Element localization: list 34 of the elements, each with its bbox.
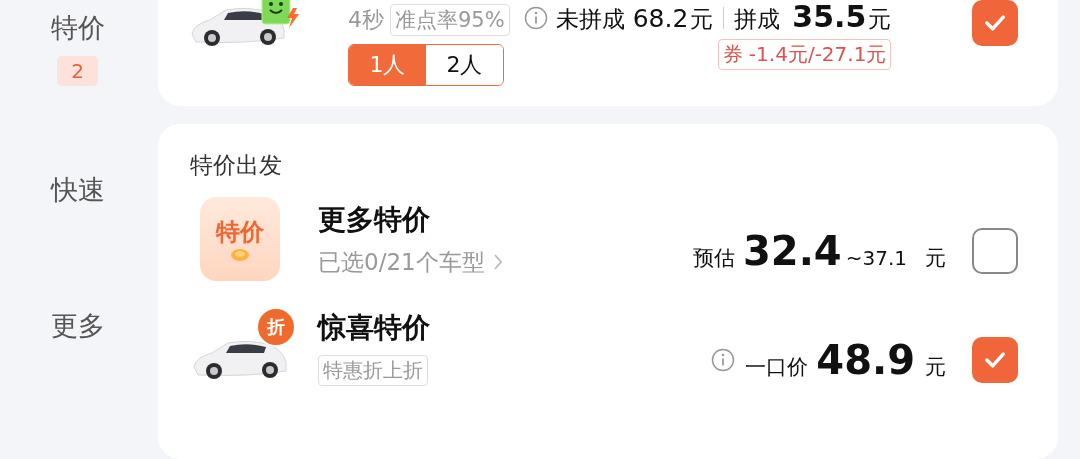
price-label: 拼成 [734, 5, 781, 34]
smiley-bolt-icon [261, 0, 301, 30]
punctuality-tag: 准点率95% [390, 4, 510, 36]
coupon-tag: 券 -1.4元/-27.1元 [717, 39, 892, 70]
option-title: 更多特价 [318, 201, 430, 238]
feature-tag: 特惠折上折 [318, 355, 428, 386]
checkbox[interactable] [972, 336, 1018, 383]
currency-unit: 元 [690, 5, 714, 34]
price-label: 预估 [693, 245, 735, 272]
discount-badge: 折 [256, 306, 296, 347]
checkbox[interactable] [972, 0, 1018, 46]
option-title: 惊喜特价 [318, 310, 430, 346]
price-max: ~37.1 [845, 246, 907, 270]
wait-time: 4秒 [348, 6, 384, 34]
info-icon [711, 347, 736, 372]
price-value: 32.4 [743, 228, 842, 274]
sidebar-item[interactable]: 特价 [50, 10, 105, 46]
chevron-right-icon [492, 253, 503, 271]
info-icon [523, 6, 548, 30]
currency-unit: 元 [925, 245, 946, 272]
price-label: 一口价 [745, 353, 809, 381]
currency-unit: 元 [925, 353, 946, 381]
currency-unit: 元 [868, 5, 892, 34]
price-value: 48.9 [816, 336, 915, 383]
icon-label: 特价 [216, 217, 264, 248]
checkbox[interactable] [972, 228, 1018, 274]
count-badge: 2 [57, 56, 98, 86]
sidebar-item[interactable]: 更多 [50, 308, 105, 344]
coin-icon [230, 248, 250, 262]
price-label: 未拼成 [555, 5, 625, 34]
sidebar-item[interactable]: 快速 [50, 172, 105, 208]
price-value: 35.5 [792, 1, 867, 33]
section-title: 特价出发 [190, 151, 283, 180]
price-value: 68.2 [632, 4, 689, 33]
